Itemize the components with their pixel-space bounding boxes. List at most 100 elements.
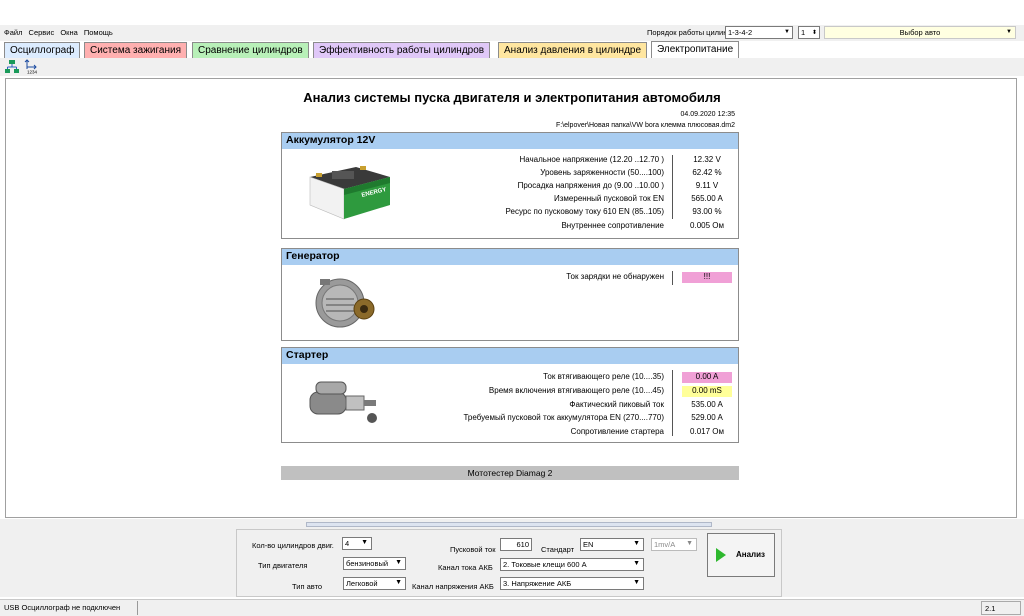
report-footer: Мототестер Diamag 2: [281, 466, 739, 480]
analyze-button-label: Анализ: [736, 550, 766, 559]
cylinder-spin[interactable]: 1 ⬍: [798, 26, 820, 39]
battery-row-label: Просадка напряжения до (9.00 ..10.00 ): [517, 181, 664, 190]
starter-section: Стартер Ток втягивающего реле (10....35)…: [281, 347, 739, 443]
cylinders-label: Кол-во цилиндров двиг.: [252, 541, 334, 550]
generator-section: Генератор Ток зарядки не обнаружен!!!: [281, 248, 739, 341]
status-bar: USB Осциллограф не подключен 2.1: [0, 599, 1024, 616]
standard-value: EN: [583, 540, 594, 549]
voltage-channel-select[interactable]: 3. Напряжение АКБ ▼: [500, 577, 644, 590]
tab-cylinder-efficiency[interactable]: Эффективность работы цилиндров: [313, 42, 491, 58]
tab-pressure-analysis[interactable]: Анализ давления в цилиндре: [498, 42, 648, 58]
chevron-down-icon: ▼: [1006, 29, 1012, 35]
starter-row: Сопротивление стартера 0.017 Ом: [282, 427, 740, 439]
starter-row-value: 535.00 A: [691, 400, 723, 409]
report-panel: Анализ системы пуска двигателя и электро…: [5, 78, 1017, 518]
battery-section: Аккумулятор 12V ENERGY Начальное напряже…: [281, 132, 739, 239]
svg-text:1234: 1234: [27, 70, 38, 75]
tab-bar: Осциллограф Система зажигания Сравнение …: [4, 41, 1020, 59]
engine-type-select[interactable]: бензиновый ▼: [343, 557, 406, 570]
cylinder-spin-value: 1: [801, 28, 806, 37]
chevron-down-icon: ▼: [633, 560, 640, 567]
starter-row: Ток втягивающего реле (10....35) 0.00 A: [282, 372, 740, 384]
battery-row: Просадка напряжения до (9.00 ..10.00 ) 9.…: [282, 181, 740, 193]
chevron-down-icon: ▼: [395, 579, 402, 586]
battery-row: Измеренный пусковой ток EN 565.00 A: [282, 194, 740, 206]
chevron-down-icon: ▼: [633, 579, 640, 586]
battery-row-label: Уровень заряженности (50....100): [540, 168, 664, 177]
battery-row: Уровень заряженности (50....100) 62.42 %: [282, 168, 740, 180]
battery-row: Начальное напряжение (12.20 ..12.70 ) 12.…: [282, 155, 740, 167]
generator-row-value: !!!: [682, 272, 732, 283]
auto-type-value: Легковой: [346, 579, 378, 588]
tab-oscilloscope[interactable]: Осциллограф: [4, 42, 81, 58]
network-icon[interactable]: [4, 59, 20, 74]
engine-type-label: Тип двигателя: [258, 561, 308, 570]
starter-row-label: Требуемый пусковой ток аккумулятора EN (…: [463, 413, 664, 422]
cylinder-order-select[interactable]: 1-3-4-2 ▼: [725, 26, 793, 39]
starter-section-title: Стартер: [282, 348, 738, 364]
menu-file[interactable]: Файл: [4, 28, 22, 37]
chevron-down-icon: ▼: [361, 539, 368, 546]
splitter-handle[interactable]: [306, 522, 712, 527]
battery-row-value: 9.11 V: [695, 181, 719, 190]
battery-row-label: Начальное напряжение (12.20 ..12.70 ): [519, 155, 664, 164]
starter-row: Требуемый пусковой ток аккумулятора EN (…: [282, 413, 740, 425]
voltage-channel-label: Канал напряжения АКБ: [412, 582, 494, 591]
starter-row-label: Сопротивление стартера: [570, 427, 664, 436]
standard-select[interactable]: EN ▼: [580, 538, 644, 551]
report-title: Анализ системы пуска двигателя и электро…: [303, 90, 721, 105]
starter-row-label: Ток втягивающего реле (10....35): [543, 372, 664, 381]
auto-select-label: Выбор авто: [899, 28, 941, 37]
start-current-label: Пусковой ток: [450, 545, 496, 554]
chevron-down-icon: ▼: [633, 540, 640, 547]
tab-cylinder-compare[interactable]: Сравнение цилиндров: [192, 42, 309, 58]
battery-row-value: 12.32 V: [693, 155, 721, 164]
auto-type-label: Тип авто: [292, 582, 323, 591]
start-current-input[interactable]: 610: [500, 538, 532, 551]
generator-row: Ток зарядки не обнаружен!!!: [282, 272, 740, 284]
battery-row-value: 0.005 Ом: [690, 221, 724, 230]
chevron-down-icon: ▼: [686, 540, 693, 547]
menu-help[interactable]: Помощь: [84, 28, 113, 37]
battery-row-value: 93.00 %: [692, 207, 722, 216]
timer-axis-icon[interactable]: 1234: [24, 59, 40, 74]
current-channel-select[interactable]: 2. Токовые клещи 600 А ▼: [500, 558, 644, 571]
toolbar: 1234: [0, 58, 1024, 76]
report-file-path: F:\elpover\Новая папка\VW bora клемма пл…: [555, 122, 735, 129]
starter-row-value: 0.00 mS: [682, 386, 732, 397]
voltage-channel-value: 3. Напряжение АКБ: [503, 579, 572, 588]
starter-row-value: 529.00 A: [691, 413, 723, 422]
status-divider: [137, 601, 138, 615]
tab-ignition[interactable]: Система зажигания: [84, 42, 187, 58]
chevron-down-icon: ▼: [395, 559, 402, 566]
menu-bar: Файл Сервис Окна Помощь Порядок работы ц…: [0, 25, 1024, 41]
engine-type-value: бензиновый: [346, 559, 389, 568]
menu-service[interactable]: Сервис: [29, 28, 55, 37]
version-indicator: 2.1: [981, 601, 1021, 615]
starter-row: Время включения втягивающего реле (10...…: [282, 386, 740, 398]
analyze-button[interactable]: Анализ: [707, 533, 775, 577]
battery-section-title: Аккумулятор 12V: [282, 133, 738, 149]
starter-row-label: Фактический пиковый ток: [569, 400, 664, 409]
generator-row-label: Ток зарядки не обнаружен: [566, 272, 664, 281]
report-date: 04.09.2020 12:35: [680, 111, 736, 118]
chevron-down-icon: ▼: [784, 29, 790, 35]
battery-row: Внутреннее сопротивление 0.005 Ом: [282, 221, 740, 233]
menu-windows[interactable]: Окна: [60, 28, 77, 37]
battery-row: Ресурс по пусковому току 610 EN (85..105…: [282, 207, 740, 219]
spinner-icon: ⬍: [811, 30, 817, 36]
cylinder-order-value: 1-3-4-2: [728, 28, 753, 37]
battery-row-label: Ресурс по пусковому току 610 EN (85..105…: [505, 207, 664, 216]
battery-row-label: Внутреннее сопротивление: [561, 221, 664, 230]
starter-row-value: 0.017 Ом: [690, 427, 724, 436]
auto-type-select[interactable]: Легковой ▼: [343, 577, 406, 590]
cylinders-select[interactable]: 4 ▼: [342, 537, 372, 550]
battery-row-label: Измеренный пусковой ток EN: [554, 194, 664, 203]
cylinders-value: 4: [345, 539, 350, 548]
generator-section-title: Генератор: [282, 249, 738, 265]
auto-select[interactable]: Выбор авто ▼: [824, 26, 1016, 39]
tab-power-supply[interactable]: Электропитание: [651, 41, 740, 59]
battery-row-value: 565.00 A: [691, 194, 723, 203]
current-channel-value: 2. Токовые клещи 600 А: [503, 560, 587, 569]
scale-select: 1mv/A ▼: [651, 538, 697, 551]
